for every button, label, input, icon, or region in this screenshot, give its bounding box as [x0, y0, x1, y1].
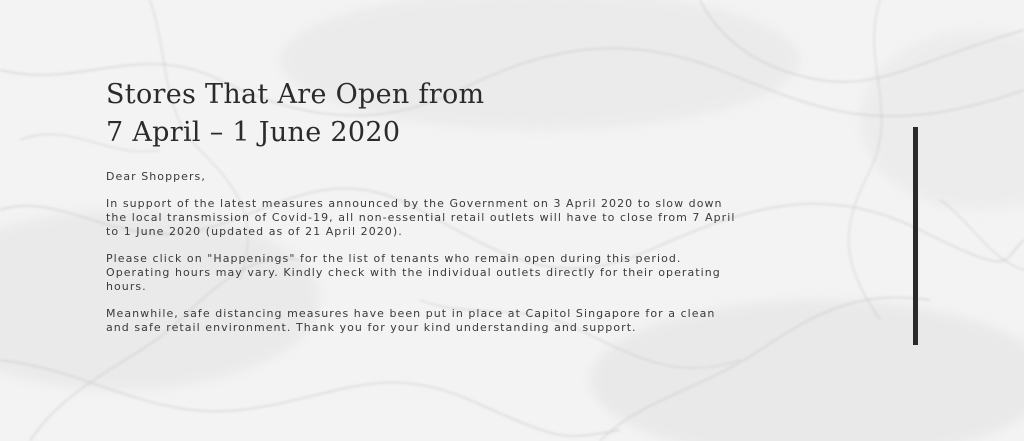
vertical-accent-bar — [913, 127, 918, 345]
page-title-line-2: 7 April – 1 June 2020 — [106, 117, 401, 148]
notice-body: Dear Shoppers, In support of the latest … — [106, 170, 736, 335]
paragraph-happenings: Please click on "Happenings" for the lis… — [106, 252, 721, 293]
page-title: Stores That Are Open from 7 April – 1 Ju… — [106, 76, 736, 152]
page-title-line-1: Stores That Are Open from — [106, 79, 485, 110]
notice-content: Stores That Are Open from 7 April – 1 Ju… — [106, 76, 736, 348]
paragraph-safe-distancing: Meanwhile, safe distancing measures have… — [106, 307, 716, 334]
greeting-text: Dear Shoppers, — [106, 170, 206, 183]
paragraph-measures: In support of the latest measures announ… — [106, 197, 736, 238]
